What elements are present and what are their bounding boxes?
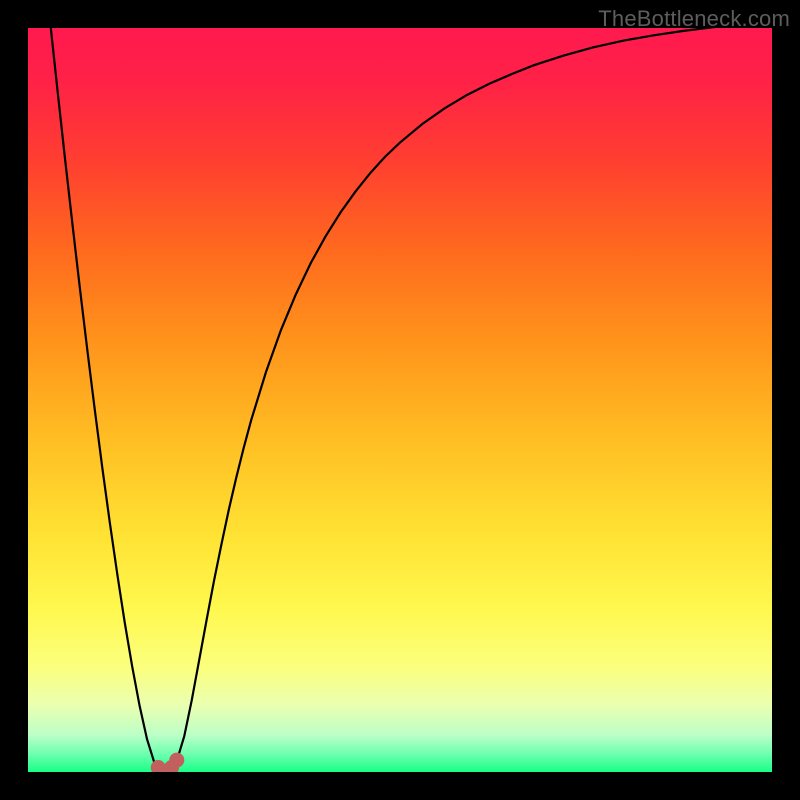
gradient-background xyxy=(28,28,772,772)
bottleneck-chart xyxy=(28,28,772,772)
watermark-text: TheBottleneck.com xyxy=(598,6,790,32)
data-marker xyxy=(169,753,184,768)
chart-frame: TheBottleneck.com xyxy=(0,0,800,800)
